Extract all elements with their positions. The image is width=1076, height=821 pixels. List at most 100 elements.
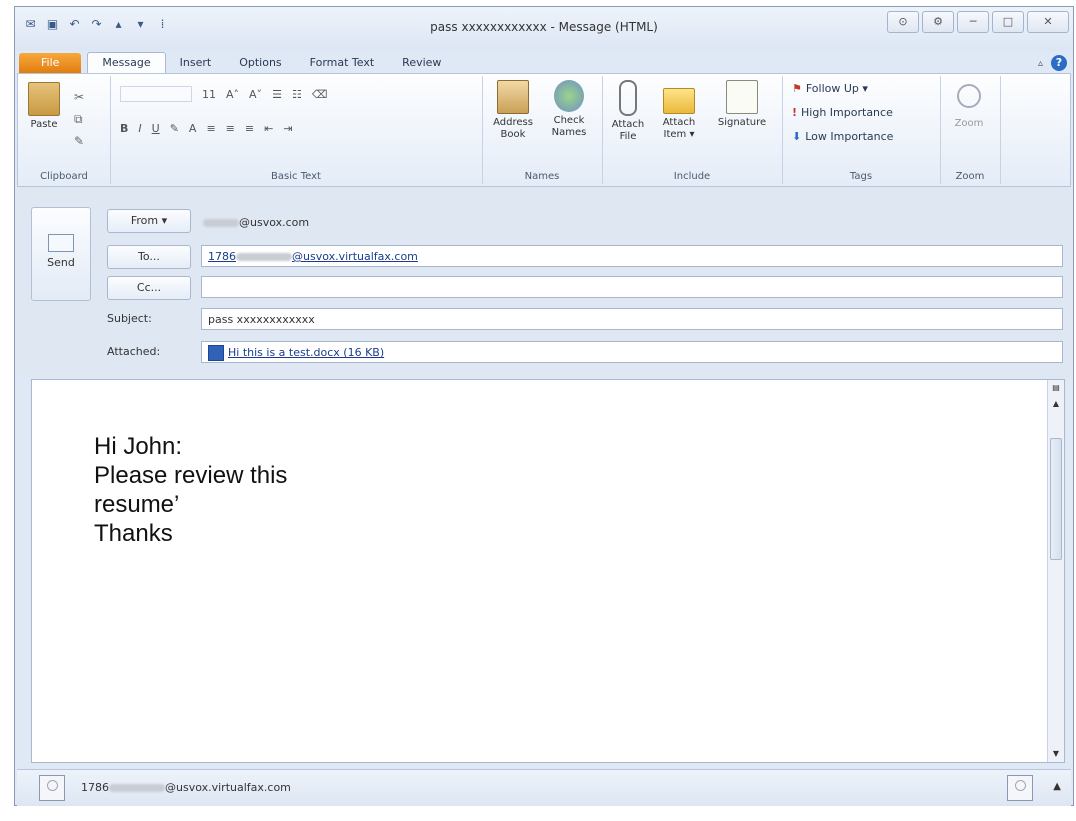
high-importance-icon: !: [792, 106, 798, 119]
format-painter-icon[interactable]: ✎: [74, 130, 84, 152]
names-group: Address Book Check Names Names: [482, 76, 603, 184]
close-button[interactable]: ✕: [1027, 11, 1069, 33]
zoom-group: Zoom Zoom: [940, 76, 1001, 184]
bold-button[interactable]: B: [120, 122, 128, 135]
increase-indent-icon[interactable]: ⇥: [283, 122, 292, 135]
format-row: B I U ✎ A ≡ ≡ ≡ ⇤ ⇥: [120, 122, 293, 135]
tab-format-text[interactable]: Format Text: [296, 53, 389, 73]
vertical-scrollbar[interactable]: ▤ ▲ ▼: [1047, 380, 1064, 762]
shrink-font-icon[interactable]: A˅: [249, 88, 262, 101]
scroll-up-icon[interactable]: ▲: [1048, 396, 1064, 412]
paste-button[interactable]: Paste: [24, 82, 64, 131]
attachment-field[interactable]: Hi this is a test.docx (16 KB): [201, 341, 1063, 363]
ruler-icon[interactable]: ▤: [1048, 380, 1064, 396]
follow-up-button[interactable]: ⚑ Follow Up ▾: [792, 82, 868, 95]
from-button[interactable]: From ▾: [107, 209, 191, 233]
zoom-button[interactable]: Zoom: [946, 80, 992, 130]
view-button[interactable]: ⊙: [887, 11, 919, 33]
font-size-box[interactable]: 11: [202, 88, 216, 101]
scroll-thumb[interactable]: [1050, 438, 1062, 560]
ribbon-tabs: File Message Insert Options Format Text …: [15, 51, 1073, 73]
send-envelope-icon: [48, 234, 74, 252]
message-body[interactable]: Hi John: Please review this resume’ Than…: [31, 379, 1065, 763]
decrease-indent-icon[interactable]: ⇤: [264, 122, 273, 135]
numbering-icon[interactable]: ☷: [292, 88, 302, 101]
signature-icon: [726, 80, 758, 114]
ribbon: Paste ✂ ⧉ ✎ Clipboard 11 A˄ A˅ ☰ ☷ ⌫ B I: [17, 73, 1071, 187]
title-bar: ✉ ▣ ↶ ↷ ▴ ▾ ⁞ pass xxxxxxxxxxxx - Messag…: [15, 7, 1073, 51]
attach-file-button[interactable]: Attach File: [606, 80, 650, 143]
scroll-down-icon[interactable]: ▼: [1048, 746, 1064, 762]
high-importance-button[interactable]: ! High Importance: [792, 106, 893, 119]
attach-file-label: Attach File: [611, 119, 645, 142]
word-doc-icon: [208, 345, 224, 361]
settings-button[interactable]: ⚙: [922, 11, 954, 33]
minimize-button[interactable]: ─: [957, 11, 989, 33]
cut-icon[interactable]: ✂: [74, 86, 84, 108]
basic-text-group-label: Basic Text: [271, 171, 321, 182]
people-pane-avatar-right[interactable]: [1007, 775, 1033, 801]
ribbon-help-controls: ▵ ?: [1038, 55, 1067, 71]
subject-label: Subject:: [107, 312, 152, 325]
people-contact-prefix: 1786: [81, 781, 109, 794]
low-importance-button[interactable]: ⬇ Low Importance: [792, 130, 893, 143]
tab-options[interactable]: Options: [225, 53, 295, 73]
underline-button[interactable]: U: [152, 122, 160, 135]
cc-button[interactable]: Cc...: [107, 276, 191, 300]
grow-font-icon[interactable]: A˄: [226, 88, 239, 101]
to-field[interactable]: 1786 @usvox.virtualfax.com: [201, 245, 1063, 267]
tags-group: ⚑ Follow Up ▾ ! High Importance ⬇ Low Im…: [782, 76, 941, 184]
paste-icon: [28, 82, 60, 116]
tab-file[interactable]: File: [19, 53, 82, 73]
redacted-people: [109, 784, 165, 792]
attached-label: Attached:: [107, 345, 161, 358]
send-button[interactable]: Send: [31, 207, 91, 301]
people-pane-contact[interactable]: 1786 @usvox.virtualfax.com: [81, 781, 291, 794]
minimize-ribbon-icon[interactable]: ▵: [1038, 58, 1043, 69]
signature-button[interactable]: Signature: [710, 80, 774, 129]
contact-avatar[interactable]: [39, 775, 65, 801]
signature-label: Signature: [717, 117, 767, 128]
to-button[interactable]: To...: [107, 245, 191, 269]
tab-review[interactable]: Review: [388, 53, 455, 73]
align-left-icon[interactable]: ≡: [206, 122, 215, 135]
to-recipient[interactable]: 1786 @usvox.virtualfax.com: [208, 250, 418, 263]
font-name-box[interactable]: [120, 86, 192, 102]
attachment-link[interactable]: Hi this is a test.docx (16 KB): [228, 346, 384, 359]
attach-item-icon: [663, 88, 695, 114]
tags-group-label: Tags: [849, 171, 873, 182]
clipboard-group-label: Clipboard: [40, 171, 88, 182]
address-book-button[interactable]: Address Book: [488, 80, 538, 141]
to-recipient-prefix: 1786: [208, 250, 236, 263]
italic-button[interactable]: I: [138, 122, 141, 135]
paperclip-icon: [619, 80, 637, 116]
clear-formatting-icon[interactable]: ⌫: [312, 88, 328, 101]
outlook-message-window: ✉ ▣ ↶ ↷ ▴ ▾ ⁞ pass xxxxxxxxxxxx - Messag…: [14, 6, 1074, 806]
zoom-group-label: Zoom: [955, 171, 985, 182]
redacted-from: [203, 219, 239, 227]
cc-field[interactable]: [201, 276, 1063, 298]
align-center-icon[interactable]: ≡: [226, 122, 235, 135]
clipboard-group: Paste ✂ ⧉ ✎ Clipboard: [18, 76, 111, 184]
check-names-button[interactable]: Check Names: [544, 80, 594, 139]
attach-item-button[interactable]: Attach Item ▾: [654, 80, 704, 141]
body-line-request: Please review this: [94, 462, 288, 489]
help-icon[interactable]: ?: [1051, 55, 1067, 71]
copy-icon[interactable]: ⧉: [74, 108, 84, 130]
tab-message[interactable]: Message: [87, 52, 166, 73]
expand-people-pane-icon[interactable]: ▲: [1053, 781, 1061, 792]
tab-insert[interactable]: Insert: [166, 53, 226, 73]
include-group-label: Include: [673, 171, 711, 182]
bullets-icon[interactable]: ☰: [272, 88, 282, 101]
from-address-suffix: @usvox.com: [239, 216, 310, 229]
maximize-button[interactable]: □: [992, 11, 1024, 33]
highlight-icon[interactable]: ✎: [170, 122, 179, 135]
attach-item-label: Attach Item ▾: [662, 117, 696, 140]
low-importance-label: Low Importance: [805, 130, 894, 143]
check-names-label: Check Names: [551, 115, 587, 138]
align-right-icon[interactable]: ≡: [245, 122, 254, 135]
magnifier-icon: [957, 84, 981, 108]
zoom-label: Zoom: [954, 118, 984, 129]
subject-field[interactable]: pass xxxxxxxxxxxx: [201, 308, 1063, 330]
font-color-icon[interactable]: A: [189, 122, 197, 135]
